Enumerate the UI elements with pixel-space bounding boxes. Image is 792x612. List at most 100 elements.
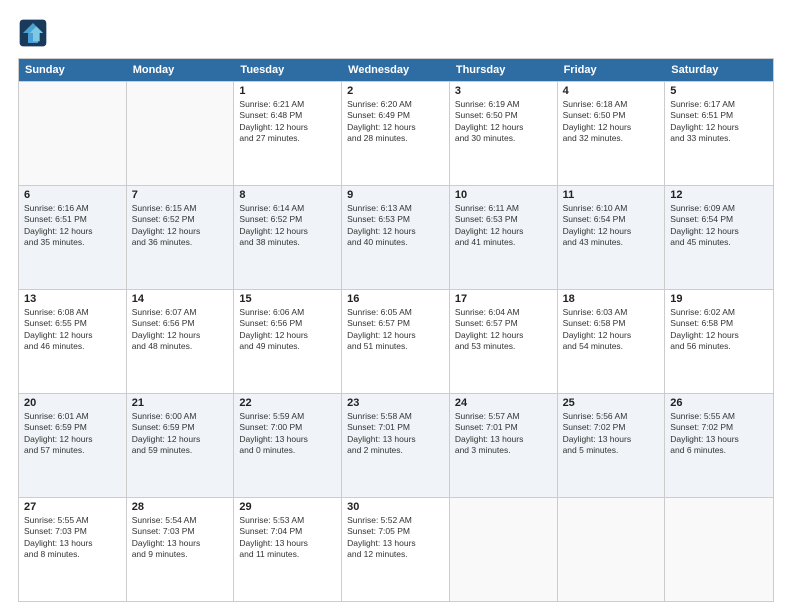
day-number: 9 (347, 189, 444, 201)
cell-info: Sunrise: 6:01 AMSunset: 6:59 PMDaylight:… (24, 411, 121, 457)
day-cell-8: 8 Sunrise: 6:14 AMSunset: 6:52 PMDaylight… (234, 186, 342, 289)
day-number: 12 (670, 189, 768, 201)
cell-info: Sunrise: 6:18 AMSunset: 6:50 PMDaylight:… (563, 99, 660, 145)
empty-cell (127, 82, 235, 185)
cell-info: Sunrise: 6:20 AMSunset: 6:49 PMDaylight:… (347, 99, 444, 145)
cell-info: Sunrise: 6:02 AMSunset: 6:58 PMDaylight:… (670, 307, 768, 353)
day-number: 28 (132, 501, 229, 513)
header-day-monday: Monday (127, 59, 235, 81)
day-number: 3 (455, 85, 552, 97)
cell-info: Sunrise: 6:03 AMSunset: 6:58 PMDaylight:… (563, 307, 660, 353)
day-number: 11 (563, 189, 660, 201)
cell-info: Sunrise: 5:56 AMSunset: 7:02 PMDaylight:… (563, 411, 660, 457)
cell-info: Sunrise: 6:10 AMSunset: 6:54 PMDaylight:… (563, 203, 660, 249)
day-cell-6: 6 Sunrise: 6:16 AMSunset: 6:51 PMDaylight… (19, 186, 127, 289)
day-cell-14: 14 Sunrise: 6:07 AMSunset: 6:56 PMDayligh… (127, 290, 235, 393)
day-cell-17: 17Sunrise: 6:04 AMSunset: 6:57 PMDayligh… (450, 290, 558, 393)
cell-info: Sunrise: 6:21 AMSunset: 6:48 PMDaylight:… (239, 99, 336, 145)
day-number: 18 (563, 293, 660, 305)
day-cell-25: 25Sunrise: 5:56 AMSunset: 7:02 PMDayligh… (558, 394, 666, 497)
week-row-5: 27Sunrise: 5:55 AMSunset: 7:03 PMDayligh… (19, 497, 773, 601)
cell-info: Sunrise: 6:07 AMSunset: 6:56 PMDaylight:… (132, 307, 229, 353)
cell-info: Sunrise: 6:08 AMSunset: 6:55 PMDaylight:… (24, 307, 121, 353)
day-number: 22 (239, 397, 336, 409)
cell-info: Sunrise: 5:57 AMSunset: 7:01 PMDaylight:… (455, 411, 552, 457)
day-cell-7: 7 Sunrise: 6:15 AMSunset: 6:52 PMDaylight… (127, 186, 235, 289)
cell-info: Sunrise: 5:55 AMSunset: 7:02 PMDaylight:… (670, 411, 768, 457)
logo-icon (18, 18, 48, 48)
day-cell-24: 24 Sunrise: 5:57 AMSunset: 7:01 PMDayligh… (450, 394, 558, 497)
day-number: 26 (670, 397, 768, 409)
day-cell-10: 10 Sunrise: 6:11 AMSunset: 6:53 PMDayligh… (450, 186, 558, 289)
cell-info: Sunrise: 5:53 AMSunset: 7:04 PMDaylight:… (239, 515, 336, 561)
day-cell-28: 28 Sunrise: 5:54 AMSunset: 7:03 PMDayligh… (127, 498, 235, 601)
day-number: 29 (239, 501, 336, 513)
day-cell-21: 21Sunrise: 6:00 AMSunset: 6:59 PMDayligh… (127, 394, 235, 497)
day-cell-23: 23 Sunrise: 5:58 AMSunset: 7:01 PMDayligh… (342, 394, 450, 497)
header-day-sunday: Sunday (19, 59, 127, 81)
calendar-body: 1 Sunrise: 6:21 AMSunset: 6:48 PMDaylight… (19, 81, 773, 601)
cell-info: Sunrise: 6:16 AMSunset: 6:51 PMDaylight:… (24, 203, 121, 249)
cell-info: Sunrise: 6:19 AMSunset: 6:50 PMDaylight:… (455, 99, 552, 145)
cell-info: Sunrise: 6:11 AMSunset: 6:53 PMDaylight:… (455, 203, 552, 249)
header (18, 18, 774, 48)
empty-cell (450, 498, 558, 601)
day-cell-3: 3 Sunrise: 6:19 AMSunset: 6:50 PMDaylight… (450, 82, 558, 185)
day-number: 19 (670, 293, 768, 305)
cell-info: Sunrise: 5:52 AMSunset: 7:05 PMDaylight:… (347, 515, 444, 561)
day-number: 10 (455, 189, 552, 201)
day-cell-22: 22 Sunrise: 5:59 AMSunset: 7:00 PMDayligh… (234, 394, 342, 497)
cell-info: Sunrise: 6:14 AMSunset: 6:52 PMDaylight:… (239, 203, 336, 249)
header-day-tuesday: Tuesday (234, 59, 342, 81)
day-cell-5: 5Sunrise: 6:17 AMSunset: 6:51 PMDaylight… (665, 82, 773, 185)
calendar-header: SundayMondayTuesdayWednesdayThursdayFrid… (19, 59, 773, 81)
cell-info: Sunrise: 6:06 AMSunset: 6:56 PMDaylight:… (239, 307, 336, 353)
week-row-3: 13 Sunrise: 6:08 AMSunset: 6:55 PMDayligh… (19, 289, 773, 393)
cell-info: Sunrise: 5:58 AMSunset: 7:01 PMDaylight:… (347, 411, 444, 457)
logo (18, 18, 52, 48)
header-day-wednesday: Wednesday (342, 59, 450, 81)
calendar: SundayMondayTuesdayWednesdayThursdayFrid… (18, 58, 774, 602)
day-cell-20: 20 Sunrise: 6:01 AMSunset: 6:59 PMDayligh… (19, 394, 127, 497)
cell-info: Sunrise: 5:55 AMSunset: 7:03 PMDaylight:… (24, 515, 121, 561)
day-number: 14 (132, 293, 229, 305)
day-number: 21 (132, 397, 229, 409)
cell-info: Sunrise: 6:09 AMSunset: 6:54 PMDaylight:… (670, 203, 768, 249)
day-number: 1 (239, 85, 336, 97)
day-number: 17 (455, 293, 552, 305)
header-day-saturday: Saturday (665, 59, 773, 81)
day-cell-11: 11 Sunrise: 6:10 AMSunset: 6:54 PMDayligh… (558, 186, 666, 289)
day-cell-16: 16 Sunrise: 6:05 AMSunset: 6:57 PMDayligh… (342, 290, 450, 393)
day-cell-1: 1 Sunrise: 6:21 AMSunset: 6:48 PMDaylight… (234, 82, 342, 185)
day-number: 4 (563, 85, 660, 97)
day-number: 16 (347, 293, 444, 305)
day-number: 8 (239, 189, 336, 201)
day-cell-4: 4 Sunrise: 6:18 AMSunset: 6:50 PMDaylight… (558, 82, 666, 185)
day-cell-18: 18 Sunrise: 6:03 AMSunset: 6:58 PMDayligh… (558, 290, 666, 393)
day-number: 15 (239, 293, 336, 305)
day-number: 30 (347, 501, 444, 513)
day-number: 13 (24, 293, 121, 305)
cell-info: Sunrise: 6:15 AMSunset: 6:52 PMDaylight:… (132, 203, 229, 249)
week-row-2: 6 Sunrise: 6:16 AMSunset: 6:51 PMDaylight… (19, 185, 773, 289)
day-cell-29: 29 Sunrise: 5:53 AMSunset: 7:04 PMDayligh… (234, 498, 342, 601)
day-cell-13: 13 Sunrise: 6:08 AMSunset: 6:55 PMDayligh… (19, 290, 127, 393)
cell-info: Sunrise: 6:13 AMSunset: 6:53 PMDaylight:… (347, 203, 444, 249)
day-cell-19: 19 Sunrise: 6:02 AMSunset: 6:58 PMDayligh… (665, 290, 773, 393)
day-cell-27: 27Sunrise: 5:55 AMSunset: 7:03 PMDayligh… (19, 498, 127, 601)
day-number: 6 (24, 189, 121, 201)
empty-cell (558, 498, 666, 601)
week-row-1: 1 Sunrise: 6:21 AMSunset: 6:48 PMDaylight… (19, 81, 773, 185)
day-number: 20 (24, 397, 121, 409)
day-cell-30: 30 Sunrise: 5:52 AMSunset: 7:05 PMDayligh… (342, 498, 450, 601)
header-day-thursday: Thursday (450, 59, 558, 81)
day-number: 24 (455, 397, 552, 409)
cell-info: Sunrise: 5:54 AMSunset: 7:03 PMDaylight:… (132, 515, 229, 561)
day-number: 23 (347, 397, 444, 409)
cell-info: Sunrise: 6:05 AMSunset: 6:57 PMDaylight:… (347, 307, 444, 353)
day-number: 7 (132, 189, 229, 201)
cell-info: Sunrise: 5:59 AMSunset: 7:00 PMDaylight:… (239, 411, 336, 457)
empty-cell (19, 82, 127, 185)
day-cell-2: 2Sunrise: 6:20 AMSunset: 6:49 PMDaylight… (342, 82, 450, 185)
day-cell-26: 26 Sunrise: 5:55 AMSunset: 7:02 PMDayligh… (665, 394, 773, 497)
